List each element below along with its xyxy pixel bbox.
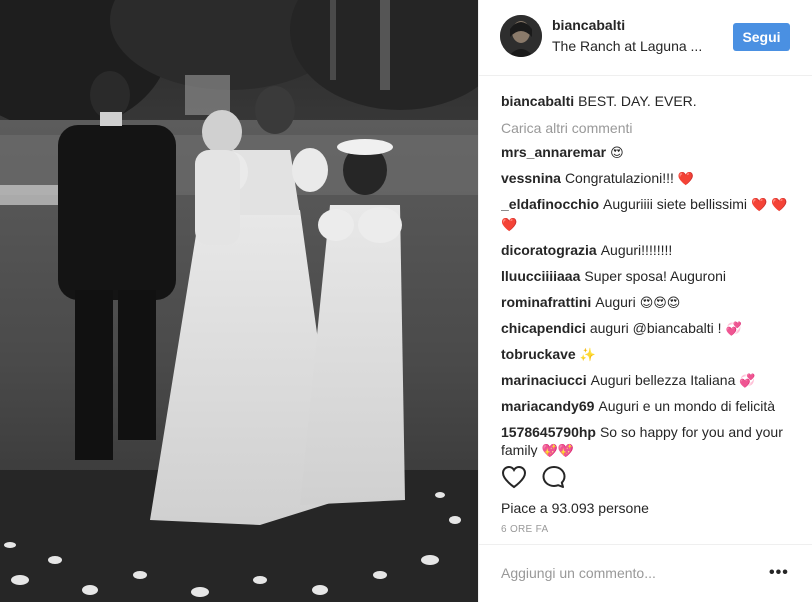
comment-item: mrs_annaremar 😍: [501, 143, 799, 163]
comment-item: 1578645790hp So so happy for you and your…: [501, 423, 799, 457]
comment-username[interactable]: lluucciiiiaaa: [501, 268, 580, 284]
comment-username[interactable]: _eldafinocchio: [501, 196, 599, 212]
comment-item: dicoratograzia Auguri!!!!!!!!: [501, 241, 799, 261]
comment-emoji: 💖💖: [541, 444, 574, 457]
comment-username[interactable]: marinaciucci: [501, 372, 587, 388]
comment-item: lluucciiiiaaa Super sposa! Auguroni: [501, 267, 799, 287]
comment-text: Auguri e un mondo di felicità: [598, 398, 776, 414]
comment-text: Auguri bellezza Italiana: [590, 372, 736, 388]
comment-text: Auguriiii siete bellissimi: [603, 196, 747, 212]
post-details-panel: biancabalti The Ranch at Laguna ... Segu…: [478, 0, 812, 602]
comment-item: marinaciucci Auguri bellezza Italiana 💞: [501, 371, 799, 391]
load-more-comments-link[interactable]: Carica altri commenti: [501, 119, 799, 137]
header-username[interactable]: biancabalti: [552, 17, 625, 33]
comment-text: Auguri: [595, 294, 636, 310]
comment-username[interactable]: mariacandy69: [501, 398, 594, 414]
wedding-photo-image: [0, 0, 478, 602]
comment-username[interactable]: chicapendici: [501, 320, 586, 336]
comment-emoji: 😍😍😍: [639, 296, 681, 311]
comment-text: Super sposa! Auguroni: [584, 268, 727, 284]
post-header: biancabalti The Ranch at Laguna ... Segu…: [479, 0, 812, 76]
comment-text: Congratulazioni!!!: [564, 170, 674, 186]
comment-text: Auguri!!!!!!!!: [600, 242, 673, 258]
comment-item: tobruckave ✨: [501, 345, 799, 365]
comment-username[interactable]: mrs_annaremar: [501, 144, 606, 160]
comment-emoji: 😍: [610, 146, 624, 161]
comment-item: _eldafinocchio Auguriiii siete bellissimi…: [501, 195, 799, 235]
more-options-icon[interactable]: •••: [769, 564, 789, 582]
comment-item: mariacandy69 Auguri e un mondo di felicit…: [501, 397, 799, 417]
post-actions: [501, 465, 801, 491]
caption-username[interactable]: biancabalti: [501, 93, 574, 109]
comment-username[interactable]: dicoratograzia: [501, 242, 597, 258]
comment-item: chicapendici auguri @biancabalti ! 💞: [501, 319, 799, 339]
follow-button[interactable]: Segui: [733, 23, 790, 51]
comment-username[interactable]: vessnina: [501, 170, 561, 186]
comment-emoji: ✨: [579, 348, 596, 363]
add-comment-bar: •••: [479, 544, 812, 602]
comment-username[interactable]: rominafrattini: [501, 294, 591, 310]
comment-emoji: ❤️: [677, 172, 695, 187]
header-location[interactable]: The Ranch at Laguna ...: [552, 38, 702, 54]
comment-username[interactable]: tobruckave: [501, 346, 576, 362]
comment-emoji: 💞: [725, 322, 742, 337]
post-timestamp[interactable]: 6 ORE FA: [501, 524, 548, 535]
add-comment-input[interactable]: [501, 563, 751, 583]
comment-item: vessnina Congratulazioni!!! ❤️: [501, 169, 799, 189]
caption-text: BEST. DAY. EVER.: [578, 93, 697, 109]
comment-username[interactable]: 1578645790hp: [501, 424, 596, 440]
post-photo[interactable]: [0, 0, 478, 602]
speech-bubble-icon[interactable]: [541, 465, 567, 494]
comment-text: auguri @biancabalti !: [589, 320, 722, 336]
likes-text: Piace a 93.093 persone: [501, 500, 649, 516]
comment-emoji: 💞: [739, 374, 756, 389]
comments-list[interactable]: biancabalti BEST. DAY. EVER. Carica altri…: [501, 85, 799, 457]
avatar[interactable]: [500, 15, 542, 57]
likes-count[interactable]: Piace a 93.093 persone: [501, 500, 649, 516]
heart-outline-icon[interactable]: [501, 465, 527, 494]
post-caption: biancabalti BEST. DAY. EVER.: [501, 92, 799, 110]
comment-item: rominafrattini Auguri 😍😍😍: [501, 293, 799, 313]
